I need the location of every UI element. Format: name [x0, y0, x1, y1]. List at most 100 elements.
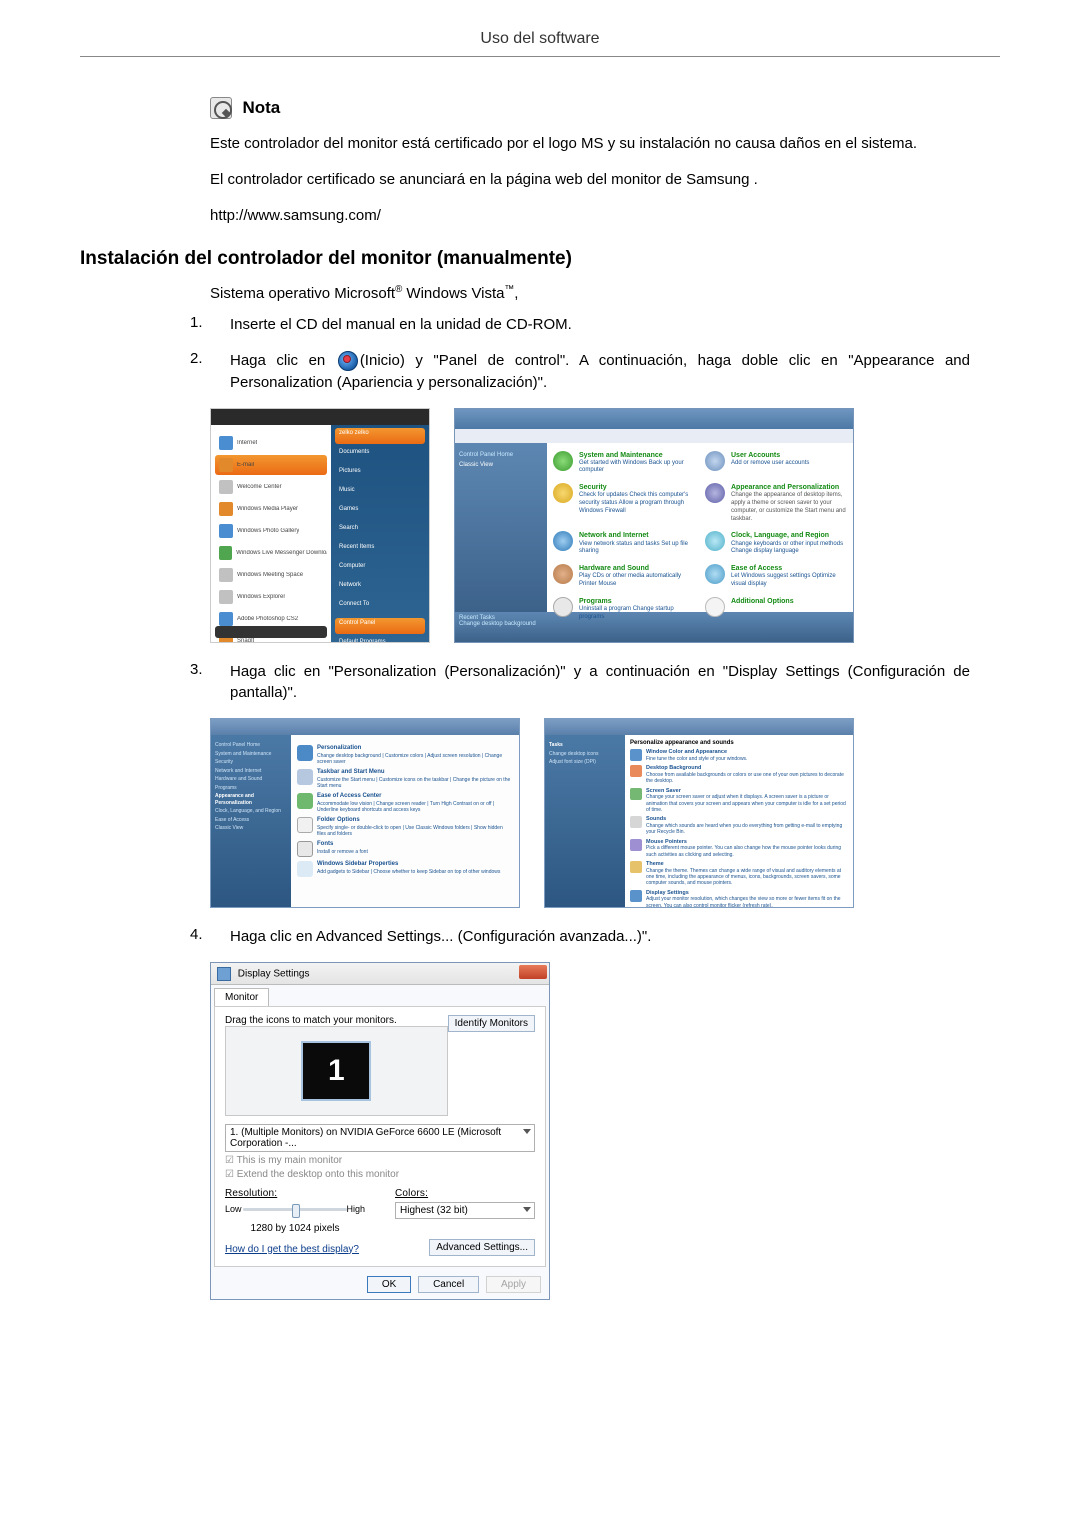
- apply-button[interactable]: Apply: [486, 1276, 541, 1293]
- start-right-item[interactable]: Recent Items: [335, 542, 425, 558]
- start-right-item[interactable]: Music: [335, 485, 425, 501]
- ap-side-link[interactable]: Programs: [215, 785, 287, 792]
- pers-item-background[interactable]: Desktop BackgroundChoose from available …: [630, 765, 848, 784]
- ap-side-link[interactable]: Hardware and Sound: [215, 776, 287, 783]
- start-right-item[interactable]: Default Programs: [335, 637, 425, 643]
- start-right-panel: zelko zelko Documents Pictures Music Gam…: [331, 425, 429, 642]
- ds-check-main[interactable]: ☑ This is my main monitor: [225, 1155, 535, 1166]
- cp-cat-hardware[interactable]: Hardware and SoundPlay CDs or other medi…: [553, 564, 695, 589]
- start-item[interactable]: Windows Media Player: [215, 499, 327, 519]
- pers-sidebar: Tasks Change desktop icons Adjust font s…: [545, 735, 625, 907]
- cp-cat-network[interactable]: Network and InternetView network status …: [553, 531, 695, 556]
- figure-appearance-panel: Control Panel Home System and Maintenanc…: [210, 718, 520, 908]
- start-right-item[interactable]: Connect To: [335, 599, 425, 615]
- step-2: 2. Haga clic en (Inicio) y "Panel de con…: [190, 350, 970, 394]
- figure-display-settings: Display Settings Monitor Identify Monito…: [210, 962, 1000, 1300]
- cp-cat-clock[interactable]: Clock, Language, and RegionChange keyboa…: [705, 531, 847, 556]
- ap-item-ease[interactable]: Ease of Access CenterAccommodate low vis…: [297, 793, 513, 813]
- ap-item-personalization[interactable]: PersonalizationChange desktop background…: [297, 745, 513, 765]
- ap-side-link[interactable]: Ease of Access: [215, 817, 287, 824]
- cp-addressbar: [455, 429, 853, 443]
- step-2-num: 2.: [190, 350, 230, 394]
- ds-colors-dropdown[interactable]: Highest (32 bit): [395, 1202, 535, 1219]
- ds-check-extend[interactable]: ☑ Extend the desktop onto this monitor: [225, 1169, 535, 1180]
- cp-cat-users[interactable]: User AccountsAdd or remove user accounts: [705, 451, 847, 476]
- ds-monitor-icon[interactable]: 1: [301, 1041, 371, 1101]
- ds-tab-monitor[interactable]: Monitor: [214, 988, 269, 1006]
- page-header-title: Uso del software: [80, 30, 1000, 57]
- ap-item-taskbar[interactable]: Taskbar and Start MenuCustomize the Star…: [297, 769, 513, 789]
- cp-cat-additional[interactable]: Additional Options: [705, 597, 847, 622]
- cp-cat-ease[interactable]: Ease of AccessLet Windows suggest settin…: [705, 564, 847, 589]
- ds-drag-label: Drag the icons to match your monitors.: [225, 1015, 397, 1026]
- cp-cat-programs[interactable]: ProgramsUninstall a program Change start…: [553, 597, 695, 622]
- start-right-item[interactable]: Network: [335, 580, 425, 596]
- ds-identify-button[interactable]: Identify Monitors: [448, 1015, 535, 1032]
- ok-button[interactable]: OK: [367, 1276, 411, 1293]
- start-item[interactable]: Welcome Center: [215, 477, 327, 497]
- start-item[interactable]: Internet: [215, 433, 327, 453]
- start-right-item[interactable]: zelko zelko: [335, 428, 425, 444]
- ap-side-link[interactable]: Security: [215, 759, 287, 766]
- ds-button-row: OK Cancel Apply: [211, 1270, 549, 1299]
- pers-item-screensaver[interactable]: Screen SaverChange your screen saver or …: [630, 788, 848, 814]
- display-settings-dialog: Display Settings Monitor Identify Monito…: [210, 962, 550, 1300]
- note-label: Nota: [242, 98, 280, 117]
- pers-heading: Personalize appearance and sounds: [630, 740, 848, 746]
- start-item[interactable]: Windows Photo Gallery: [215, 521, 327, 541]
- ds-body: Identify Monitors Drag the icons to matc…: [214, 1006, 546, 1267]
- ap-side-link[interactable]: Classic View: [215, 825, 287, 832]
- appearance-sidebar: Control Panel Home System and Maintenanc…: [211, 735, 291, 907]
- start-right-item[interactable]: Documents: [335, 447, 425, 463]
- ds-advanced-button[interactable]: Advanced Settings...: [429, 1239, 535, 1256]
- pers-item-sounds[interactable]: SoundsChange which sounds are heard when…: [630, 816, 848, 835]
- start-right-item[interactable]: Pictures: [335, 466, 425, 482]
- pers-item-color[interactable]: Window Color and AppearanceFine tune the…: [630, 749, 848, 762]
- cp-cat-system[interactable]: System and MaintenanceGet started with W…: [553, 451, 695, 476]
- start-item[interactable]: Windows Meeting Space: [215, 565, 327, 585]
- ds-monitor-area[interactable]: 1: [225, 1026, 448, 1116]
- pers-item-pointers[interactable]: Mouse PointersPick a different mouse poi…: [630, 839, 848, 858]
- ap-item-fonts[interactable]: FontsInstall or remove a font: [297, 841, 513, 857]
- ds-resolution-slider[interactable]: Low High: [225, 1202, 365, 1220]
- ap-side-link[interactable]: System and Maintenance: [215, 751, 287, 758]
- note-url: http://www.samsung.com/: [210, 205, 970, 227]
- note-line2: El controlador certificado se anunciará …: [210, 169, 970, 191]
- cancel-button[interactable]: Cancel: [418, 1276, 479, 1293]
- start-right-item-control-panel[interactable]: Control Panel: [335, 618, 425, 634]
- close-icon[interactable]: [519, 965, 547, 979]
- cp-cat-security[interactable]: SecurityCheck for updates Check this com…: [553, 483, 695, 523]
- ds-colors-label: Colors:: [395, 1188, 535, 1199]
- figure-personalization-panel: Tasks Change desktop icons Adjust font s…: [544, 718, 854, 908]
- start-search[interactable]: [215, 626, 327, 638]
- cp-cat-appearance[interactable]: Appearance and PersonalizationChange the…: [705, 483, 847, 523]
- start-item[interactable]: Windows Explorer: [215, 587, 327, 607]
- step-2-text: Haga clic en (Inicio) y "Panel de contro…: [230, 350, 970, 394]
- subhead-mid: Windows Vista: [402, 285, 504, 302]
- ap-side-link[interactable]: Clock, Language, and Region: [215, 808, 287, 815]
- pers-side-link[interactable]: Adjust font size (DPI): [549, 759, 621, 766]
- ap-side-link-active[interactable]: Appearance and Personalization: [215, 793, 287, 806]
- step-1-num: 1.: [190, 314, 230, 336]
- ap-item-sidebar[interactable]: Windows Sidebar PropertiesAdd gadgets to…: [297, 861, 513, 877]
- start-right-item[interactable]: Computer: [335, 561, 425, 577]
- pers-side-link[interactable]: Change desktop icons: [549, 751, 621, 758]
- ap-side-link[interactable]: Control Panel Home: [215, 742, 287, 749]
- pers-item-display-settings[interactable]: Display SettingsAdjust your monitor reso…: [630, 890, 848, 909]
- step-2-pre: Haga clic en: [230, 352, 336, 369]
- ds-slider-thumb[interactable]: [292, 1204, 300, 1218]
- ap-side-link[interactable]: Network and Internet: [215, 768, 287, 775]
- start-item[interactable]: Windows Live Messenger Download: [215, 543, 327, 563]
- section-heading: Instalación del controlador del monitor …: [80, 248, 1000, 270]
- start-right-item[interactable]: Search: [335, 523, 425, 539]
- cp-sidebar-classic[interactable]: Classic View: [459, 462, 543, 469]
- cp-titlebar: [455, 409, 853, 429]
- ap-item-folder[interactable]: Folder OptionsSpecify single- or double-…: [297, 817, 513, 837]
- pers-item-theme[interactable]: ThemeChange the theme. Themes can change…: [630, 861, 848, 887]
- ds-monitor-dropdown[interactable]: 1. (Multiple Monitors) on NVIDIA GeForce…: [225, 1124, 535, 1152]
- start-right-item[interactable]: Games: [335, 504, 425, 520]
- cp-sidebar-home[interactable]: Control Panel Home: [459, 452, 543, 459]
- start-item[interactable]: E-mail: [215, 455, 327, 475]
- appearance-main: PersonalizationChange desktop background…: [291, 735, 519, 907]
- note-line1: Este controlador del monitor está certif…: [210, 133, 970, 155]
